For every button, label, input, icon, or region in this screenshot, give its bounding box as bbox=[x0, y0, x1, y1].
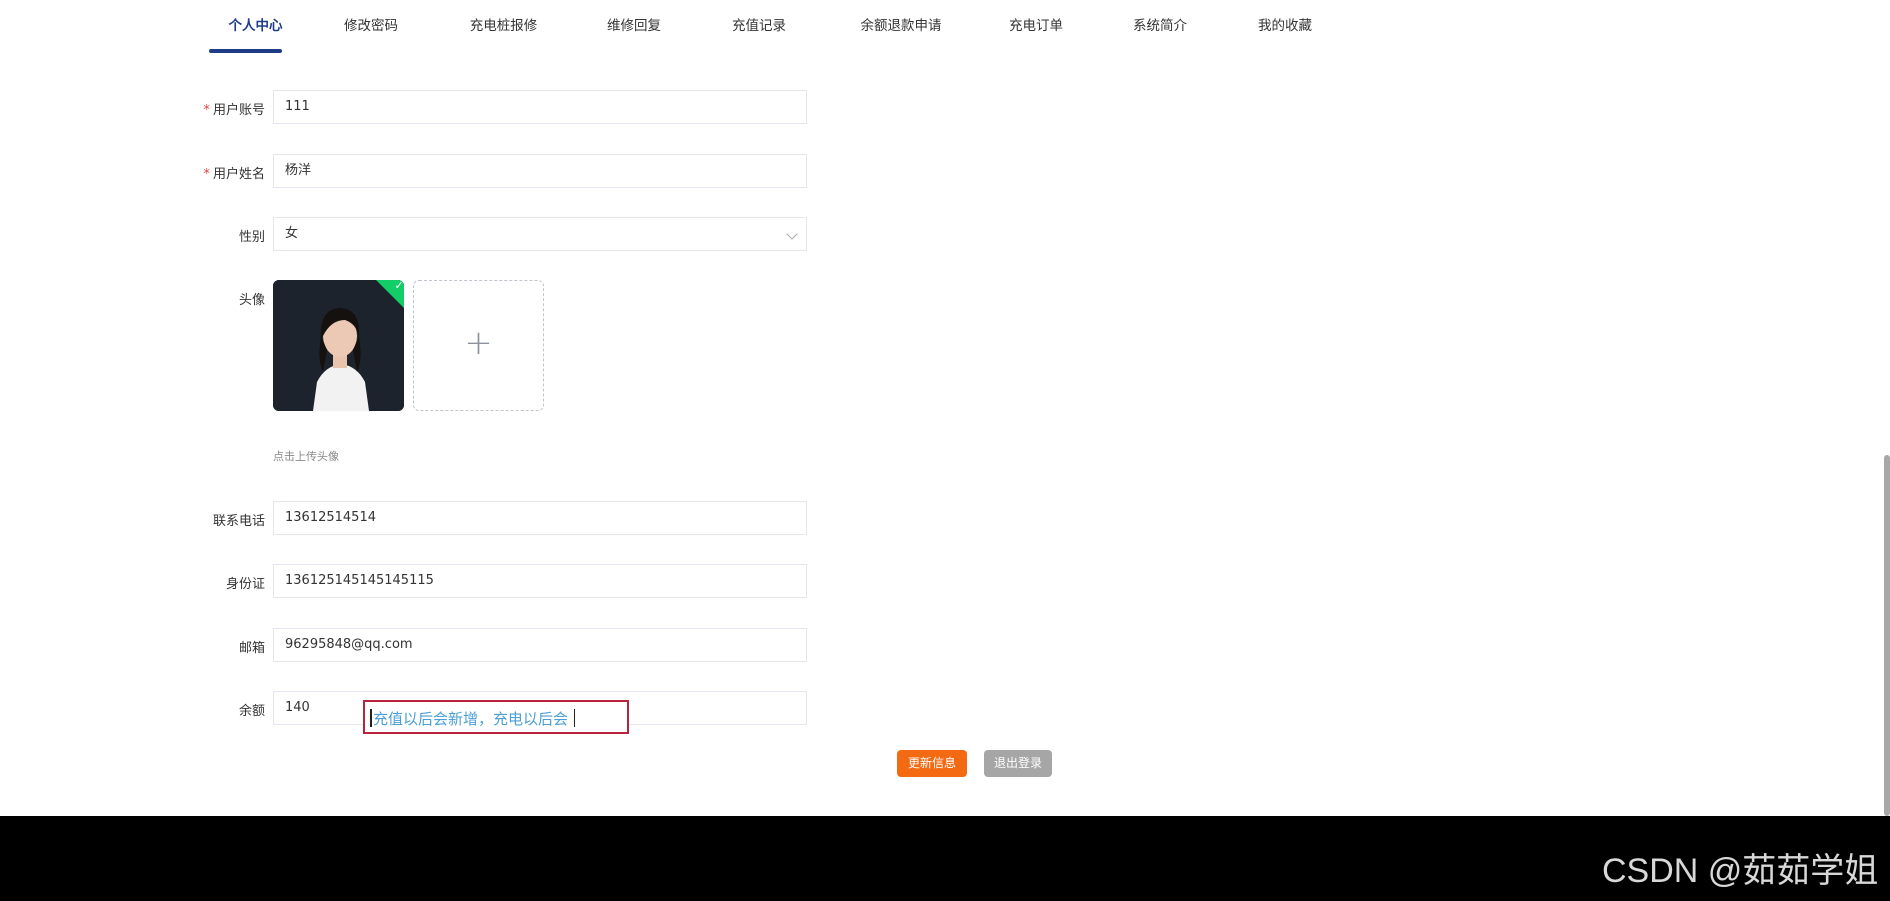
avatar-upload-tip: 点击上传头像 bbox=[273, 450, 339, 463]
tab-repair-reply[interactable]: 维修回复 bbox=[598, 0, 670, 54]
active-tab-indicator bbox=[209, 49, 282, 53]
phone-field[interactable]: 13612514514 bbox=[273, 501, 807, 535]
annotation-text: 充值以后会新增，充电以后会 bbox=[373, 710, 569, 728]
gender-label: 性别 bbox=[238, 230, 265, 245]
phone-label: 联系电话 bbox=[212, 514, 265, 529]
tab-my-favorites[interactable]: 我的收藏 bbox=[1249, 0, 1321, 54]
email-label: 邮箱 bbox=[238, 641, 265, 656]
id-card-label: 身份证 bbox=[225, 577, 265, 592]
text-cursor-icon bbox=[370, 709, 372, 727]
watermark: CSDN @茹茹学姐 bbox=[1602, 852, 1879, 890]
top-nav: 个人中心 修改密码 充电桩报修 维修回复 充值记录 余额退款申请 充电订单 系统… bbox=[200, 0, 1400, 56]
text-caret bbox=[574, 709, 575, 727]
gender-select[interactable]: 女 bbox=[273, 217, 807, 251]
tab-recharge-records[interactable]: 充值记录 bbox=[723, 0, 795, 54]
balance-label: 余额 bbox=[238, 704, 265, 719]
update-info-button[interactable]: 更新信息 bbox=[897, 750, 967, 777]
avatar-photo bbox=[273, 280, 404, 411]
id-card-field[interactable]: 136125145145145115 bbox=[273, 564, 807, 598]
annotation-textbox[interactable]: 充值以后会新增，充电以后会 bbox=[363, 700, 629, 734]
check-icon: ✓ bbox=[394, 280, 404, 292]
name-field[interactable]: 杨洋 bbox=[273, 154, 807, 188]
tab-change-password[interactable]: 修改密码 bbox=[335, 0, 407, 54]
account-field[interactable]: 111 bbox=[273, 90, 807, 124]
account-label: * 用户账号 bbox=[203, 103, 265, 118]
scrollbar-thumb[interactable] bbox=[1884, 455, 1890, 816]
tab-charging-orders[interactable]: 充电订单 bbox=[1000, 0, 1072, 54]
tab-refund-request[interactable]: 余额退款申请 bbox=[852, 0, 950, 54]
email-field[interactable]: 96295848@qq.com bbox=[273, 628, 807, 662]
tab-system-intro[interactable]: 系统简介 bbox=[1124, 0, 1196, 54]
avatar-label: 头像 bbox=[238, 293, 265, 308]
avatar-image[interactable]: ✓ bbox=[273, 280, 404, 411]
avatar-upload-button[interactable]: + bbox=[413, 280, 544, 411]
name-label: * 用户姓名 bbox=[203, 167, 265, 182]
tab-personal-center[interactable]: 个人中心 bbox=[219, 0, 292, 54]
logout-button[interactable]: 退出登录 bbox=[984, 750, 1052, 777]
plus-icon: + bbox=[464, 323, 493, 363]
tab-charger-repair[interactable]: 充电桩报修 bbox=[461, 0, 546, 54]
gender-value: 女 bbox=[285, 226, 299, 241]
chevron-down-icon bbox=[786, 228, 798, 240]
